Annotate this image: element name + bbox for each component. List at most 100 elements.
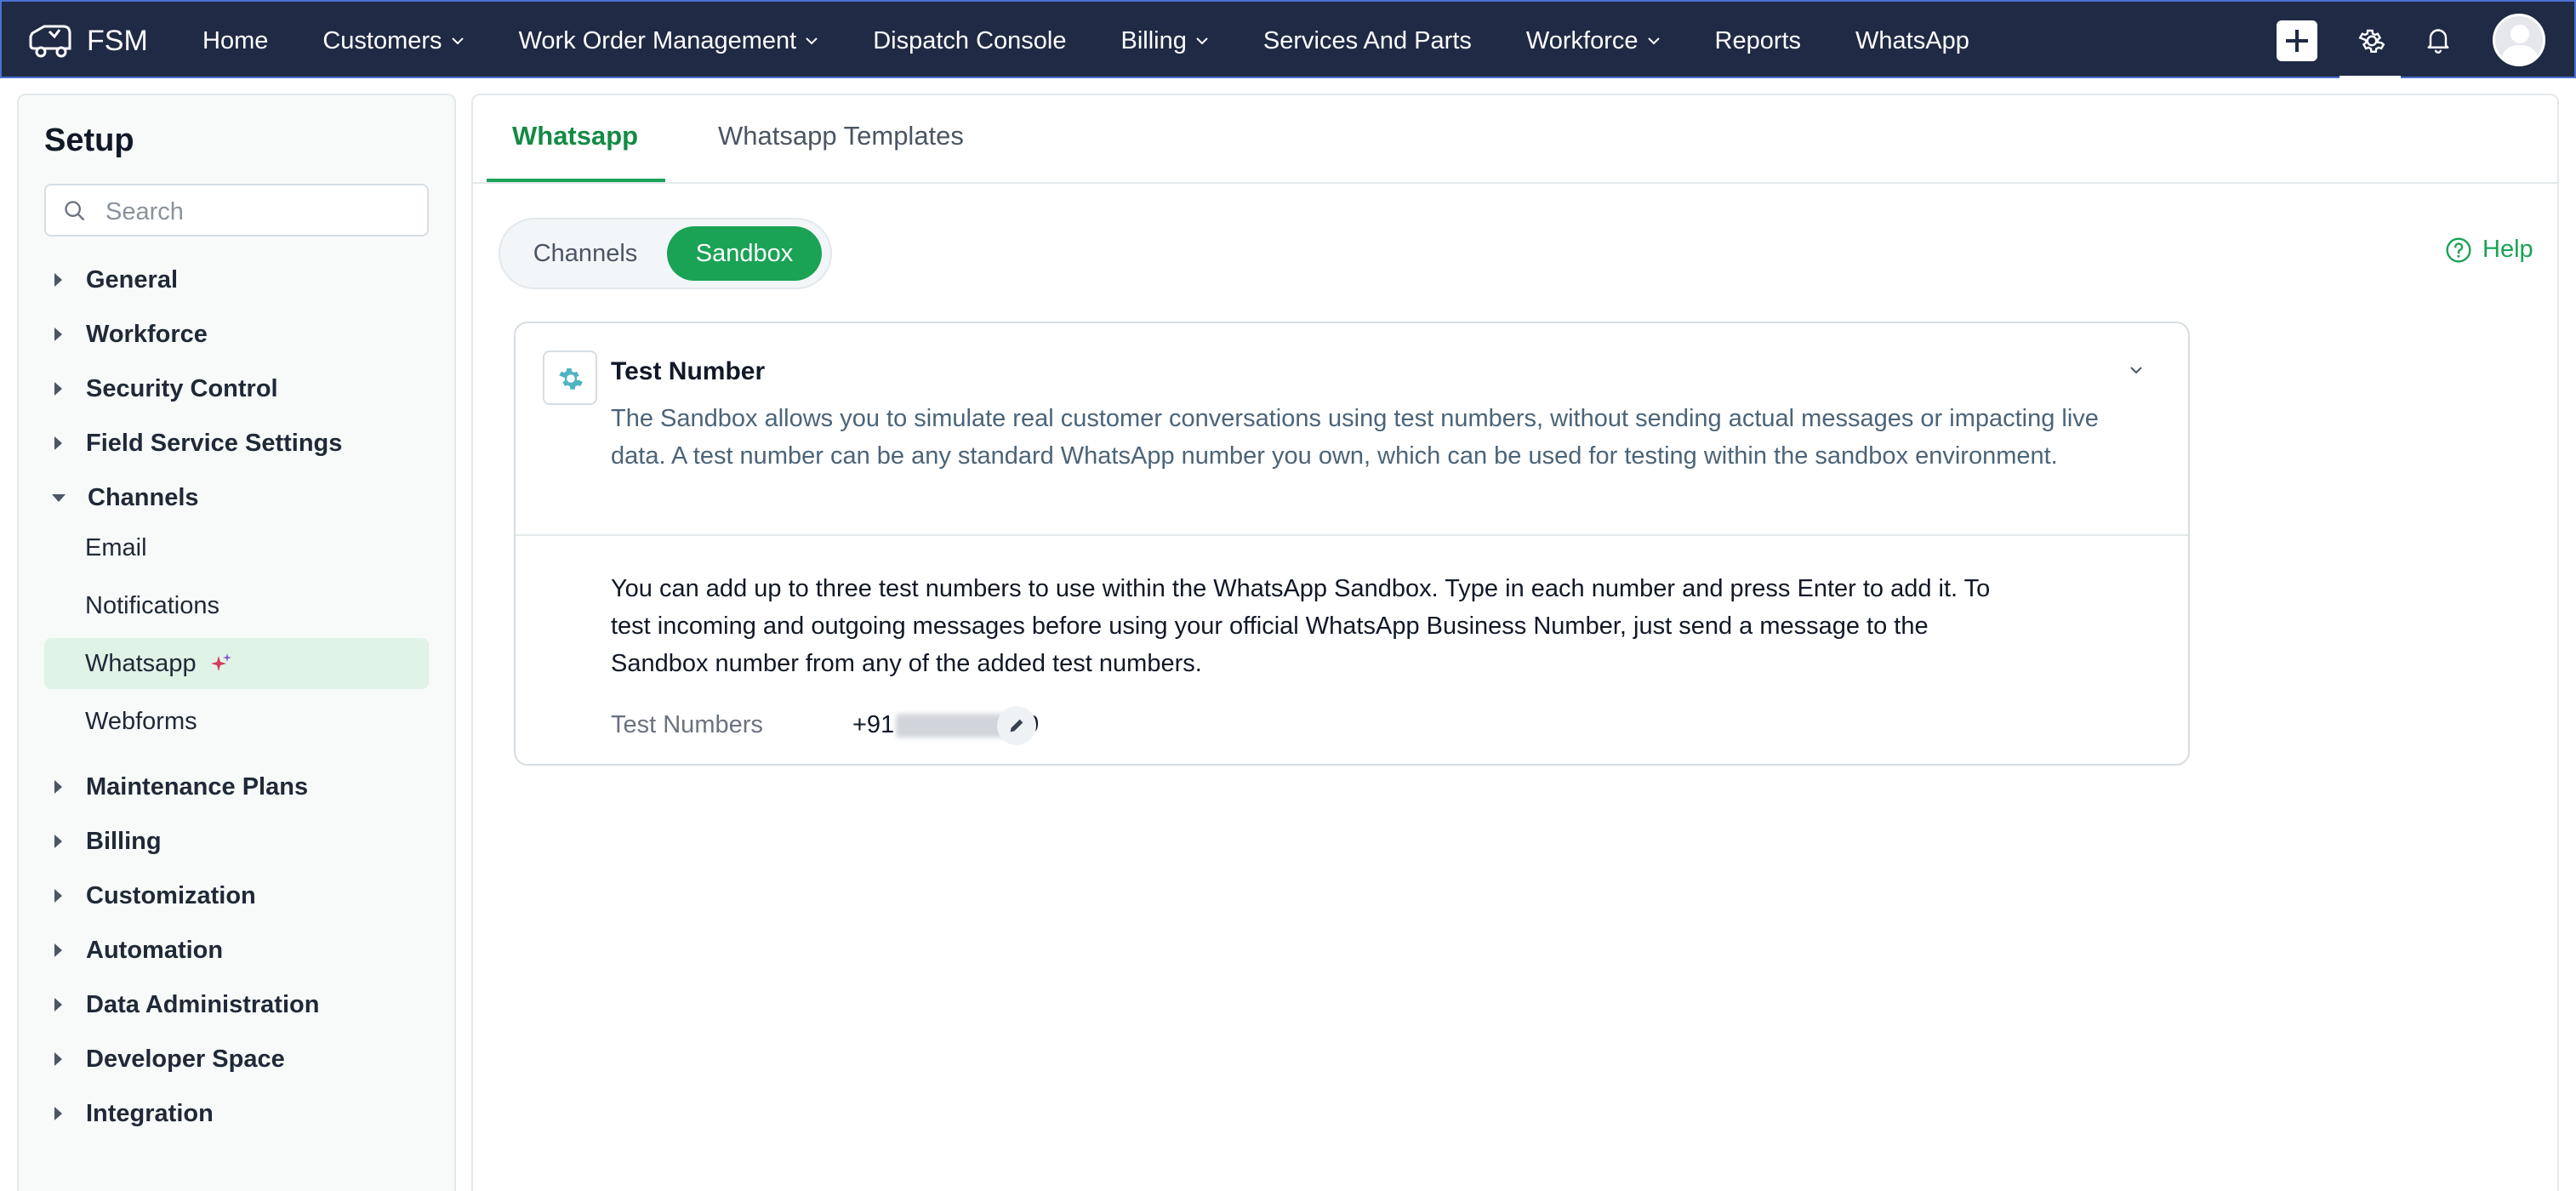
- tab-whatsapp-templates[interactable]: Whatsapp Templates: [718, 121, 964, 151]
- test-number-card: Test Number The Sandbox allows you to si…: [514, 322, 2190, 766]
- sidebar-item-label: Security Control: [86, 374, 278, 402]
- nav-home-label: Home: [202, 26, 269, 54]
- caret-right-icon: [54, 1052, 62, 1066]
- top-navbar: FSM Home Customers Work Order Management…: [0, 0, 2576, 80]
- card-description: The Sandbox allows you to simulate real …: [611, 405, 2099, 470]
- nav-workforce[interactable]: Workforce: [1526, 27, 1661, 55]
- chevron-down-icon: [1196, 37, 1208, 45]
- help-link[interactable]: Help: [2445, 236, 2533, 264]
- sidebar-item-billing[interactable]: Billing: [44, 817, 429, 866]
- sidebar-item-customization[interactable]: Customization: [44, 871, 429, 920]
- sidebar-item-label: Automation: [86, 936, 224, 964]
- caret-right-icon: [54, 889, 62, 903]
- sidebar-subitem-notifications[interactable]: Notifications: [44, 580, 429, 631]
- main-panel: Whatsapp Whatsapp Templates Channels San…: [471, 94, 2559, 1191]
- caret-right-icon: [54, 943, 62, 957]
- bell-icon[interactable]: [2423, 24, 2453, 54]
- nav-whatsapp-label: WhatsApp: [1855, 26, 1969, 54]
- nav-billing[interactable]: Billing: [1121, 27, 1209, 55]
- nav-billing-label: Billing: [1120, 26, 1187, 54]
- sidebar-item-channels[interactable]: Channels: [44, 473, 429, 522]
- segment-sandbox-button[interactable]: Sandbox: [667, 226, 822, 281]
- nav-customers-label: Customers: [322, 26, 442, 54]
- sidebar-item-workforce[interactable]: Workforce: [44, 310, 429, 359]
- sidebar-item-label: Data Administration: [86, 990, 320, 1018]
- avatar[interactable]: [2493, 14, 2545, 66]
- card-title: Test Number: [611, 357, 766, 385]
- help-label: Help: [2482, 236, 2533, 263]
- sidebar-item-data-administration[interactable]: Data Administration: [44, 980, 429, 1029]
- caret-right-icon: [54, 1107, 62, 1120]
- sidebar-item-security-control[interactable]: Security Control: [44, 364, 429, 413]
- chevron-down-icon[interactable]: [2122, 356, 2151, 385]
- sidebar-item-field-service-settings[interactable]: Field Service Settings: [44, 419, 429, 468]
- gear-icon: [2358, 29, 2385, 53]
- settings-icon-box: [543, 350, 597, 405]
- nav-reports[interactable]: Reports: [1715, 27, 1802, 55]
- sidebar-item-general[interactable]: General: [44, 255, 429, 305]
- divider: [516, 534, 2188, 536]
- sidebar-item-label: Field Service Settings: [86, 429, 343, 457]
- sidebar-item-maintenance-plans[interactable]: Maintenance Plans: [44, 762, 429, 812]
- caret-right-icon: [54, 835, 62, 848]
- setup-sidebar: Setup General Workforce Security Control…: [17, 94, 456, 1191]
- sidebar-title: Setup: [44, 123, 134, 158]
- sidebar-subitem-webforms[interactable]: Webforms: [44, 696, 429, 747]
- sidebar-item-label: Customization: [86, 881, 256, 909]
- caret-right-icon: [54, 436, 62, 450]
- caret-right-icon: [54, 382, 62, 396]
- active-indicator: [2339, 76, 2401, 80]
- main-nav: Home Customers Work Order Management Dis…: [202, 2, 1969, 80]
- nav-services-and-parts-label: Services And Parts: [1262, 26, 1472, 54]
- tab-whatsapp[interactable]: Whatsapp: [512, 121, 638, 151]
- nav-whatsapp[interactable]: WhatsApp: [1855, 27, 1969, 55]
- sidebar-item-integration[interactable]: Integration: [44, 1089, 429, 1138]
- caret-down-icon: [52, 493, 66, 502]
- sidebar-subitem-email[interactable]: Email: [44, 522, 429, 573]
- active-tab-indicator: [487, 179, 665, 182]
- caret-right-icon: [54, 273, 62, 287]
- van-logo-icon: [29, 25, 71, 58]
- sidebar-item-automation[interactable]: Automation: [44, 926, 429, 975]
- sidebar-item-label: Billing: [86, 827, 162, 855]
- nav-dispatch-console-label: Dispatch Console: [873, 26, 1067, 54]
- nav-work-order-management-label: Work Order Management: [518, 26, 797, 54]
- sidebar-item-developer-space[interactable]: Developer Space: [44, 1034, 429, 1084]
- nav-work-order-management[interactable]: Work Order Management: [519, 27, 819, 55]
- nav-services-and-parts[interactable]: Services And Parts: [1263, 27, 1472, 55]
- setup-gear-button[interactable]: [2339, 20, 2401, 80]
- sidebar-subitem-label: Webforms: [85, 707, 197, 735]
- chevron-down-icon: [806, 37, 818, 45]
- sidebar-subitem-label: Notifications: [85, 591, 219, 619]
- segment-channels-button[interactable]: Channels: [517, 226, 653, 281]
- sidebar-search[interactable]: [44, 184, 429, 236]
- sidebar-subitem-label: Whatsapp: [85, 649, 197, 677]
- nav-dispatch-console[interactable]: Dispatch Console: [873, 27, 1066, 55]
- caret-right-icon: [54, 998, 62, 1011]
- nav-reports-label: Reports: [1714, 26, 1802, 54]
- caret-right-icon: [54, 780, 62, 794]
- edit-test-numbers-button[interactable]: [997, 706, 1036, 745]
- search-input[interactable]: [104, 192, 413, 231]
- brand[interactable]: FSM: [27, 15, 148, 66]
- sparkle-icon: [210, 653, 231, 671]
- chevron-down-icon: [1647, 37, 1660, 45]
- pencil-icon: [1010, 719, 1023, 732]
- sidebar-subitem-whatsapp[interactable]: Whatsapp: [44, 638, 429, 689]
- chevron-down-icon: [451, 37, 464, 45]
- gear-icon: [559, 368, 583, 390]
- tab-bar: Whatsapp Whatsapp Templates: [473, 95, 2557, 184]
- sidebar-item-label: Maintenance Plans: [86, 772, 309, 801]
- nav-home[interactable]: Home: [202, 27, 268, 55]
- nav-customers[interactable]: Customers: [322, 27, 464, 55]
- help-circle-icon: [2446, 236, 2471, 263]
- nav-workforce-label: Workforce: [1525, 26, 1638, 54]
- test-number-prefix: +91: [852, 711, 895, 738]
- sidebar-item-label: Channels: [88, 483, 199, 511]
- caret-right-icon: [54, 328, 62, 341]
- search-icon: [65, 201, 85, 221]
- add-new-button[interactable]: [2277, 20, 2317, 61]
- sidebar-item-label: Integration: [86, 1099, 214, 1127]
- sidebar-item-label: Workforce: [86, 320, 208, 348]
- sidebar-item-label: Developer Space: [86, 1045, 285, 1073]
